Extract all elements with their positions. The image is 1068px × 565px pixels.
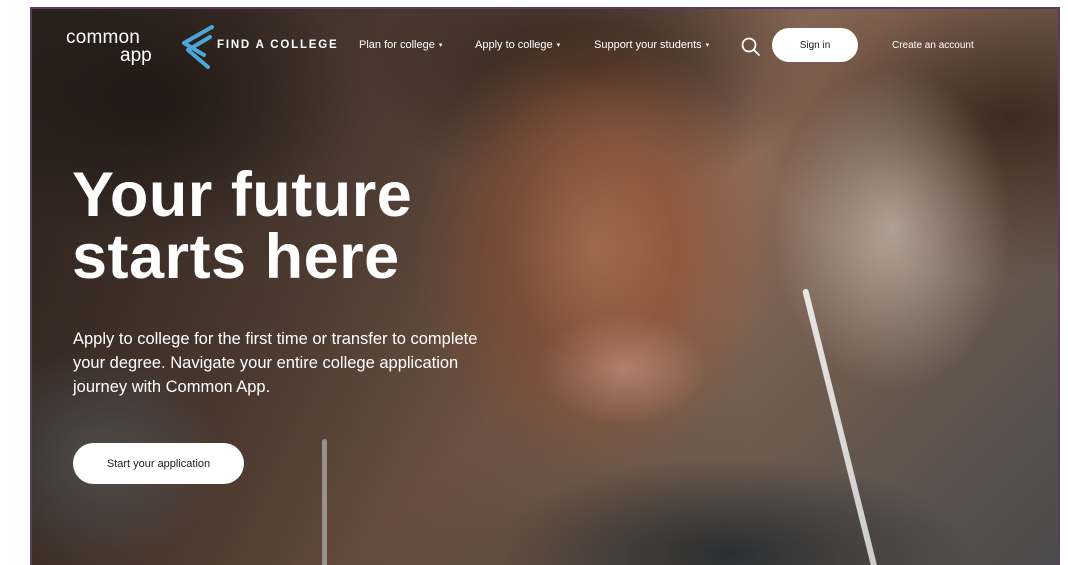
nav-support-your-students[interactable]: Support your students ▾ [594, 39, 709, 51]
hero-headline: Your future starts here [72, 160, 532, 292]
nav-label: Support your students [594, 39, 702, 51]
page-frame: common app FIND A COLLEGE Plan for colle… [30, 7, 1060, 565]
nav-label: Apply to college [475, 39, 553, 51]
site-header: common app FIND A COLLEGE Plan for colle… [32, 9, 1058, 83]
sign-in-button[interactable]: Sign in [772, 28, 858, 62]
search-icon[interactable] [740, 36, 762, 58]
create-account-link[interactable]: Create an account [892, 40, 974, 51]
hero-subtext: Apply to college for the first time or t… [73, 330, 478, 396]
chevron-down-icon: ▾ [705, 42, 710, 49]
nav-label: Plan for college [359, 39, 435, 51]
nav-plan-for-college[interactable]: Plan for college ▾ [359, 39, 442, 51]
hero-headline-line-2: starts here [72, 222, 400, 292]
chevron-down-icon: ▾ [438, 42, 443, 49]
logo-text-app: app [120, 45, 152, 66]
nav-find-a-college[interactable]: FIND A COLLEGE [217, 39, 338, 51]
start-application-button[interactable]: Start your application [73, 443, 244, 484]
chevron-down-icon: ▾ [556, 42, 561, 49]
hero-headline-line-1: Your future [72, 160, 413, 230]
common-app-logo[interactable]: common app [66, 23, 214, 73]
nav-apply-to-college[interactable]: Apply to college ▾ [475, 39, 560, 51]
common-app-logo-mark-icon [182, 25, 214, 69]
